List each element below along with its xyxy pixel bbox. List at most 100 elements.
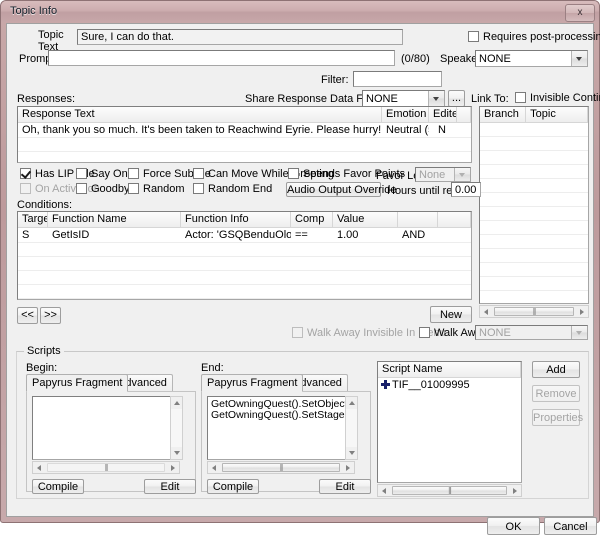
scroll-up-icon[interactable] [171, 397, 182, 409]
scroll-thumb[interactable] [222, 463, 340, 472]
column-header-value[interactable]: Value [333, 212, 398, 227]
grid-empty-row [480, 193, 588, 207]
end-code-hscrollbar[interactable] [207, 461, 355, 474]
filter-input[interactable] [353, 71, 442, 87]
script-list[interactable]: Script Name TIF__01009995 [377, 361, 522, 483]
script-item[interactable]: TIF__01009995 [378, 378, 521, 392]
grid-empty-row [480, 137, 588, 151]
random-checkbox[interactable]: Random [128, 183, 185, 195]
checkbox-box [419, 327, 430, 338]
end-code-editor[interactable]: GetOwningQuest().SetObjectiveDisplayed(1… [207, 396, 355, 460]
script-list-header: Script Name [378, 362, 521, 378]
end-code-vscrollbar[interactable] [345, 396, 358, 460]
column-header-function-name[interactable]: Function Name [48, 212, 181, 227]
grid-empty-row [18, 152, 471, 162]
column-header-extra[interactable] [438, 212, 471, 227]
requires-post-processing-label: Requires post-processing [483, 31, 600, 43]
scroll-right-icon[interactable] [575, 306, 588, 317]
checkbox-box [468, 31, 479, 42]
random-end-label: Random End [208, 183, 273, 195]
add-script-button[interactable]: Add [532, 361, 580, 378]
scroll-left-icon[interactable] [480, 306, 493, 317]
begin-compile-button[interactable]: Compile [32, 479, 84, 494]
scroll-right-icon[interactable] [166, 462, 179, 473]
grid-empty-row [18, 257, 471, 271]
ok-button[interactable]: OK [487, 517, 540, 535]
column-header-target[interactable]: Target [18, 212, 48, 227]
cell-blank [457, 123, 471, 137]
begin-code-hscrollbar[interactable] [32, 461, 180, 474]
random-label: Random [143, 183, 185, 195]
begin-code-vscrollbar[interactable] [170, 396, 183, 460]
prompt-input[interactable] [48, 50, 395, 66]
cell-value: 1.00 [337, 229, 359, 241]
branch-topic-grid[interactable]: Branch Topic [479, 106, 589, 304]
grid-empty-row [480, 165, 588, 179]
new-condition-button[interactable]: New [430, 306, 472, 323]
random-end-checkbox[interactable]: Random End [193, 183, 272, 195]
column-header-branch[interactable]: Branch [480, 107, 527, 122]
grid-empty-row [18, 271, 471, 285]
audio-output-override-button[interactable]: Audio Output Override [286, 182, 396, 197]
scroll-left-icon[interactable] [208, 462, 221, 473]
column-header-script-name[interactable]: Script Name [378, 362, 521, 377]
responses-grid[interactable]: Response Text Emotion Edited Oh, thank y… [17, 106, 472, 163]
scroll-down-icon[interactable] [346, 447, 357, 459]
scroll-up-icon[interactable] [346, 397, 357, 409]
table-row[interactable]: Oh, thank you so much. It's been taken t… [18, 123, 471, 138]
scroll-thumb[interactable] [494, 307, 574, 316]
tab-end-papyrus-fragment[interactable]: Papyrus Fragment [201, 374, 304, 392]
checkbox-box [128, 168, 139, 179]
table-row[interactable]: S GetIsID Actor: 'GSQBenduOlo' == 1.00 A… [18, 228, 471, 243]
share-response-browse-button[interactable]: ... [448, 90, 465, 107]
chevron-down-icon[interactable] [571, 51, 587, 66]
grid-empty-row [480, 249, 588, 263]
checkbox-box [128, 183, 139, 194]
close-icon[interactable]: x [565, 4, 595, 22]
column-header-logic[interactable] [398, 212, 438, 227]
end-edit-button[interactable]: Edit [319, 479, 371, 494]
checkbox-box [193, 168, 204, 179]
column-header-topic[interactable]: Topic [526, 107, 588, 122]
scroll-right-icon[interactable] [341, 462, 354, 473]
cancel-button[interactable]: Cancel [544, 517, 597, 535]
begin-edit-button[interactable]: Edit [144, 479, 196, 494]
scroll-left-icon[interactable] [378, 485, 391, 496]
scroll-track[interactable] [47, 463, 165, 472]
column-header-edited[interactable]: Edited [429, 107, 457, 122]
scroll-left-icon[interactable] [33, 462, 46, 473]
column-header-blank[interactable] [457, 107, 471, 122]
title-bar[interactable]: Topic Info x [1, 1, 599, 22]
scroll-right-icon[interactable] [508, 485, 521, 496]
prev-button[interactable]: << [17, 307, 38, 324]
plus-icon[interactable] [381, 380, 390, 389]
begin-code-editor[interactable] [32, 396, 180, 460]
column-header-response-text[interactable]: Response Text [18, 107, 382, 122]
script-list-hscrollbar[interactable] [377, 484, 522, 497]
scroll-thumb[interactable] [392, 486, 507, 495]
column-header-comp[interactable]: Comp [291, 212, 333, 227]
cell-emotion: Neutral (50) [386, 124, 429, 136]
next-button[interactable]: >> [40, 307, 61, 324]
scroll-down-icon[interactable] [171, 447, 182, 459]
remove-script-button: Remove [532, 385, 580, 402]
column-header-function-info[interactable]: Function Info [181, 212, 291, 227]
tab-begin-papyrus-fragment[interactable]: Papyrus Fragment [26, 374, 129, 392]
column-header-emotion[interactable]: Emotion [382, 107, 429, 122]
client-area: Topic Text Sure, I can do that. Requires… [6, 23, 600, 535]
grid-empty-row [480, 277, 588, 291]
chevron-down-icon[interactable] [428, 91, 444, 106]
conditions-grid[interactable]: Target Function Name Function Info Comp … [17, 211, 472, 300]
branch-grid-hscrollbar[interactable] [479, 305, 589, 318]
speaker-value: NONE [479, 53, 511, 65]
invisible-continue-checkbox[interactable]: Invisible Continue [515, 92, 600, 104]
list-item[interactable]: TIF__01009995 [378, 378, 521, 392]
speaker-combo[interactable]: NONE [475, 50, 588, 67]
hours-until-reset-input[interactable]: 0.00 [451, 182, 481, 197]
walk-away-combo: NONE [475, 325, 588, 340]
end-compile-button[interactable]: Compile [207, 479, 259, 494]
share-response-combo[interactable]: NONE [362, 90, 445, 107]
goodbye-checkbox[interactable]: Goodbye [76, 183, 136, 195]
requires-post-processing-checkbox[interactable]: Requires post-processing [468, 31, 600, 43]
topic-text-input[interactable]: Sure, I can do that. [77, 29, 403, 45]
